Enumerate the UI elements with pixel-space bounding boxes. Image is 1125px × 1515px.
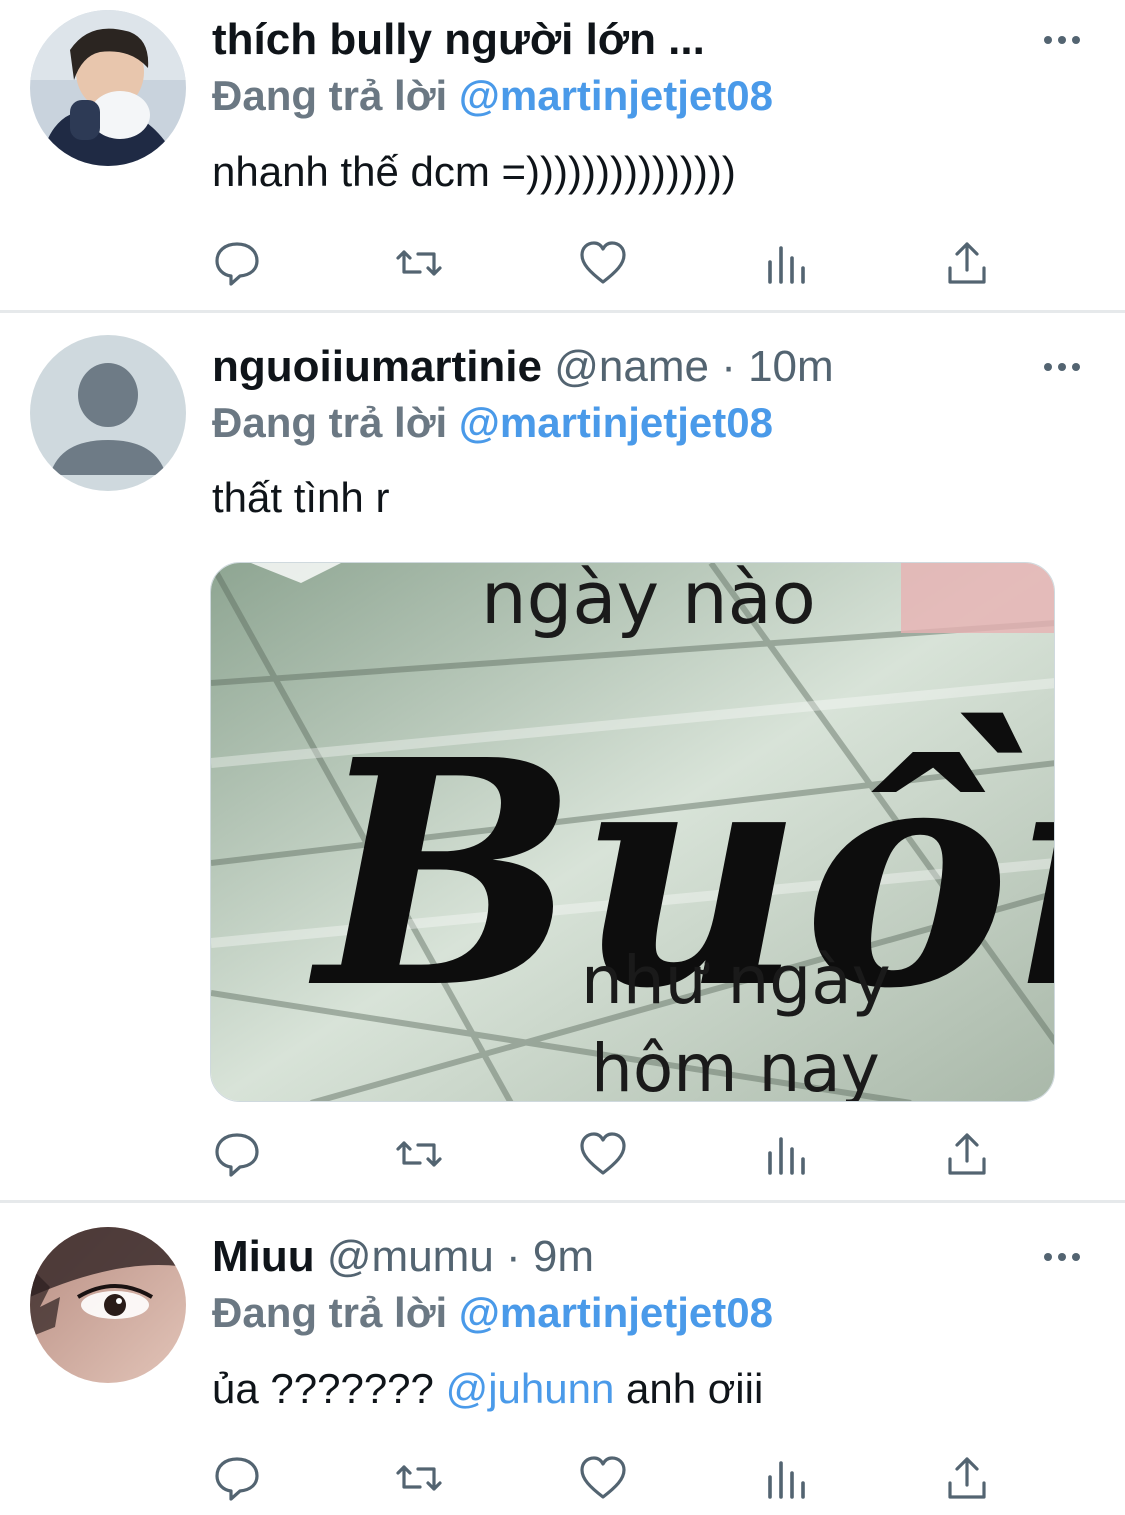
default-avatar-icon	[30, 335, 186, 491]
retweet-icon[interactable]	[394, 1129, 444, 1179]
display-name[interactable]: Miuu	[212, 1232, 315, 1281]
avatar[interactable]	[30, 335, 186, 491]
tweet-actions	[212, 1129, 1012, 1179]
avatar[interactable]	[30, 1227, 186, 1383]
like-icon[interactable]	[578, 1453, 628, 1503]
replying-to: Đang trả lời @martinjetjet08	[212, 1285, 773, 1341]
share-icon[interactable]	[942, 1453, 992, 1503]
share-icon[interactable]	[942, 1129, 992, 1179]
replying-to: Đang trả lời @martinjetjet08	[212, 395, 773, 451]
reply-icon[interactable]	[212, 1453, 262, 1503]
meme-text-line1: ngày nào	[481, 563, 816, 640]
tweet-2[interactable]: nguoiiumartinie @name · 10m Đang trả lời…	[0, 313, 1125, 1200]
tweet-text: nhanh thế dcm =)))))))))))))))	[212, 148, 736, 195]
replying-handle-link[interactable]: @martinjetjet08	[459, 72, 773, 119]
mention-link[interactable]: @juhunn	[446, 1365, 615, 1412]
timestamp[interactable]: · 10m	[721, 342, 833, 391]
display-name[interactable]: thích bully người lớn ...	[212, 15, 705, 64]
handle[interactable]: @mumu	[327, 1232, 494, 1281]
meme-text-line4: hôm nay	[591, 1030, 880, 1102]
tweet-header: Miuu @mumu · 9m	[212, 1227, 594, 1287]
reply-icon[interactable]	[212, 238, 262, 288]
tweet-1[interactable]: thích bully người lớn ... Đang trả lời @…	[0, 0, 1125, 310]
reply-icon[interactable]	[212, 1129, 262, 1179]
analytics-icon[interactable]	[762, 238, 812, 288]
meme-image: ngày nào Buồn như ngày hôm nay	[211, 563, 1054, 1102]
avatar[interactable]	[30, 10, 186, 166]
retweet-icon[interactable]	[394, 1453, 444, 1503]
like-icon[interactable]	[578, 238, 628, 288]
avatar-photo	[30, 10, 186, 166]
tweet-image[interactable]: ngày nào Buồn như ngày hôm nay	[210, 562, 1055, 1102]
tweet-text-start: ủa ???????	[212, 1365, 434, 1412]
replying-label: Đang trả lời	[212, 399, 448, 446]
more-icon[interactable]	[1040, 351, 1084, 381]
replying-handle-link[interactable]: @martinjetjet08	[459, 399, 773, 446]
like-icon[interactable]	[578, 1129, 628, 1179]
handle[interactable]: @name	[554, 342, 709, 391]
meme-text-line3: như ngày	[581, 942, 891, 1019]
share-icon[interactable]	[942, 238, 992, 288]
display-name[interactable]: nguoiiumartinie	[212, 342, 542, 391]
tweet-actions	[212, 238, 1012, 288]
replying-handle-link[interactable]: @martinjetjet08	[459, 1289, 773, 1336]
tweet-3[interactable]: Miuu @mumu · 9m Đang trả lời @martinjetj…	[0, 1203, 1125, 1515]
tweet-text-end: anh ơiii	[626, 1365, 764, 1412]
tweet-header: nguoiiumartinie @name · 10m	[212, 337, 834, 397]
analytics-icon[interactable]	[762, 1129, 812, 1179]
more-icon[interactable]	[1040, 1241, 1084, 1271]
more-icon[interactable]	[1040, 24, 1084, 54]
replying-to: Đang trả lời @martinjetjet08	[212, 68, 773, 124]
tweet-actions	[212, 1453, 1012, 1503]
retweet-icon[interactable]	[394, 238, 444, 288]
replying-label: Đang trả lời	[212, 1289, 448, 1336]
timestamp[interactable]: · 9m	[506, 1232, 594, 1281]
avatar-photo	[30, 1227, 186, 1383]
tweet-header: thích bully người lớn ...	[212, 10, 705, 70]
replying-label: Đang trả lời	[212, 72, 448, 119]
tweet-text: ủa ??????? @juhunn anh ơiii	[212, 1361, 763, 1417]
tweet-text: thất tình r	[212, 474, 390, 521]
analytics-icon[interactable]	[762, 1453, 812, 1503]
